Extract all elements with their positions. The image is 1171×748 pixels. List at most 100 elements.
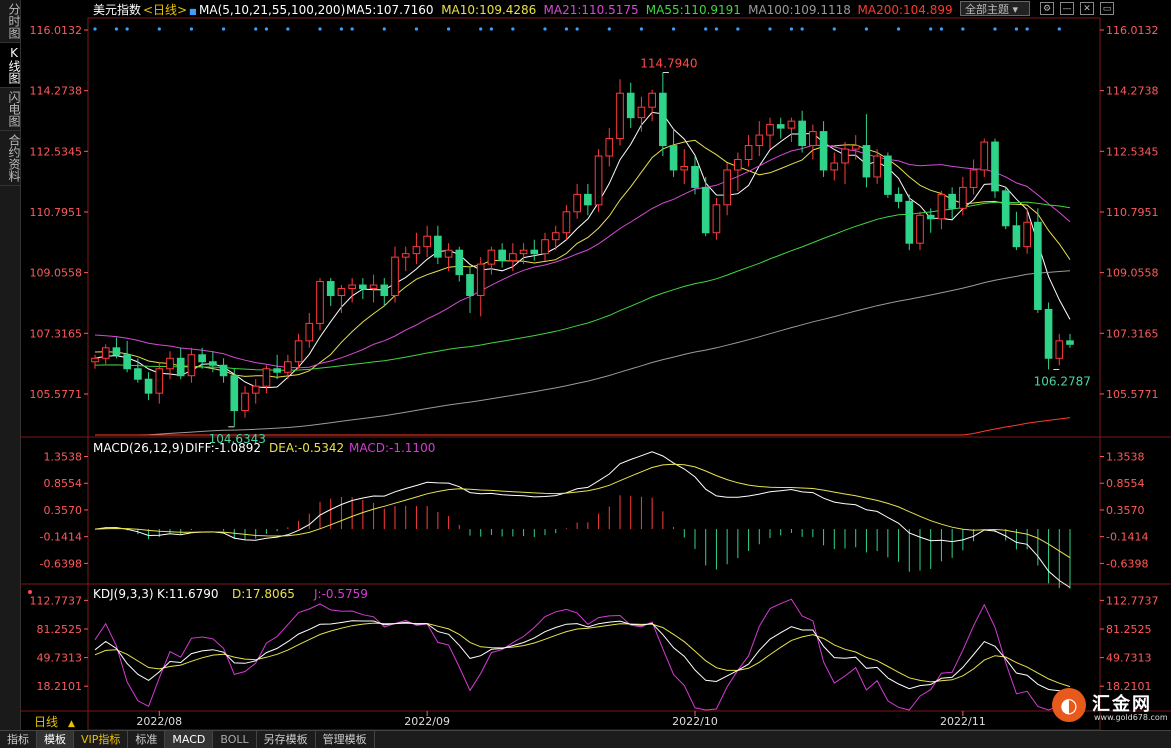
candle-body	[509, 253, 517, 262]
price-annotation: 114.7940	[640, 57, 697, 71]
diff-line	[94, 451, 1071, 588]
signal-dot	[93, 27, 97, 31]
candle-body	[230, 375, 239, 412]
signal-dot	[339, 27, 344, 31]
candle-body	[359, 284, 367, 290]
price-label-left: 116.0132	[30, 24, 83, 37]
restore-icon[interactable]: ▭	[1100, 2, 1114, 15]
time-label: 2022/09	[404, 715, 450, 728]
kdj-title: KDJ(9,3,3)	[93, 587, 154, 601]
signal-dot	[800, 27, 804, 31]
signal-dot	[125, 27, 129, 31]
signal-dot	[575, 27, 579, 31]
signal-dot	[350, 27, 354, 31]
bottom-tab-0[interactable]: 指标	[0, 731, 37, 748]
bottom-tab-2[interactable]: VIP指标	[74, 731, 129, 748]
minimize-icon[interactable]: —	[1060, 2, 1074, 15]
candle-body	[412, 246, 421, 255]
candle-body	[466, 274, 474, 297]
candle-body	[541, 239, 549, 255]
candle-body	[851, 145, 860, 150]
close-icon[interactable]: ✕	[1080, 2, 1094, 15]
candle-body	[1066, 340, 1074, 345]
candle-body	[626, 92, 635, 119]
signal-dot	[929, 27, 933, 31]
candle-body	[605, 138, 614, 157]
ma-value-5: MA200:104.899	[858, 3, 953, 17]
kdj-label-left: 81.2525	[37, 623, 83, 636]
bottom-toolbar: 指标 模板 VIP指标 标准 MACD BOLL 另存模板 管理模板	[0, 730, 1171, 748]
candle-body	[198, 354, 206, 363]
signal-dot	[564, 27, 569, 31]
macd-label-right: -0.1414	[1106, 531, 1148, 544]
kdj-dot-icon	[28, 590, 32, 594]
candle-body	[1034, 221, 1042, 310]
dea-line	[94, 463, 1071, 559]
ma-value-0: MA5:107.7160	[346, 3, 434, 17]
signal-dot	[864, 27, 869, 31]
macd-dea: DEA:-0.5342	[269, 441, 344, 455]
ma-marker-icon: ■	[189, 7, 197, 16]
chart-frame	[87, 17, 1101, 731]
settings-icon[interactable]: ⚙	[1040, 2, 1054, 15]
price-label-left: 109.0558	[30, 267, 83, 280]
bottom-tab-4[interactable]: MACD	[165, 731, 214, 748]
side-tab-3[interactable]: 合约资料	[0, 131, 21, 186]
price-label-left: 114.2738	[30, 85, 83, 98]
side-tab-1[interactable]: K线图	[0, 43, 21, 88]
kdj-label-left: 18.2101	[37, 680, 83, 693]
d-line	[94, 622, 1071, 688]
candle-body	[380, 284, 389, 297]
candle-body	[487, 249, 496, 265]
signal-dot	[1025, 27, 1029, 31]
candle-body	[166, 357, 174, 370]
candle-body	[91, 357, 99, 363]
candle-body	[798, 120, 806, 147]
candle-body	[616, 92, 624, 140]
candle-body	[873, 155, 881, 178]
candle-body	[959, 186, 967, 209]
candle-body	[723, 169, 731, 206]
time-label: 2022/10	[672, 715, 718, 728]
price-label-right: 114.2738	[1106, 85, 1159, 98]
signal-dot	[789, 27, 794, 31]
candle-body	[134, 368, 142, 380]
signal-dot	[543, 27, 547, 31]
candle-body	[144, 378, 153, 394]
signal-dot	[286, 27, 290, 31]
bottom-tab-5[interactable]: BOLL	[213, 731, 257, 748]
bottom-tab-1[interactable]: 模板	[37, 731, 74, 748]
signal-dot	[489, 27, 494, 31]
candle-body	[284, 361, 292, 373]
candle-body	[787, 120, 796, 129]
macd-label-right: 0.3570	[1106, 504, 1145, 517]
ma10-line	[94, 139, 1071, 378]
bottom-tab-6[interactable]: 另存模板	[257, 731, 316, 748]
signal-dot	[993, 27, 997, 31]
signal-dot	[382, 27, 386, 31]
j-line	[94, 598, 1071, 711]
signal-dot	[896, 27, 901, 31]
macd-label-left: -0.6398	[40, 557, 82, 570]
theme-select[interactable]: 全部主题 ▾	[960, 1, 1030, 16]
candle-body	[326, 281, 335, 297]
macd-label-left: -0.1414	[40, 531, 82, 544]
candle-body	[776, 124, 785, 129]
bottom-tab-3[interactable]: 标准	[128, 731, 166, 748]
candle-body	[691, 165, 699, 188]
candle-body	[391, 256, 399, 297]
price-label-left: 110.7951	[30, 206, 83, 219]
kdj-label-left: 112.7737	[30, 594, 83, 607]
ma5-line	[94, 111, 1071, 389]
time-label: 2022/08	[136, 715, 182, 728]
candle-body	[755, 134, 764, 147]
side-tab-2[interactable]: 闪电图	[0, 88, 21, 131]
side-tab-0[interactable]: 分时图	[0, 0, 21, 43]
candle-body	[348, 284, 356, 290]
candle-body	[991, 141, 999, 192]
bottom-tab-7[interactable]: 管理模板	[316, 731, 375, 748]
gold678-logo: ◐ 汇金网 www.gold678.com	[1052, 688, 1168, 724]
candle-body	[594, 155, 603, 206]
signal-dot	[736, 27, 740, 31]
candle-body	[862, 145, 871, 178]
